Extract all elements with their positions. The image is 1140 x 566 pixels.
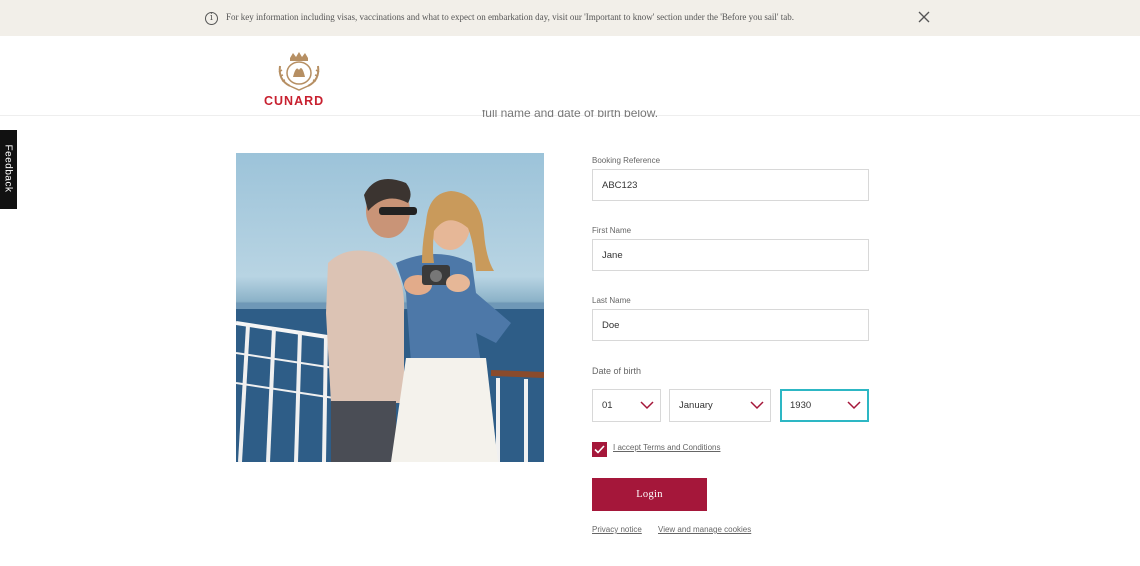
privacy-notice-link[interactable]: Privacy notice [592, 525, 642, 534]
booking-reference-input[interactable]: ABC123 [592, 169, 869, 201]
date-of-birth-label: Date of birth [592, 366, 642, 376]
dob-day-select[interactable]: 01 [592, 389, 661, 422]
dob-year-value: 1930 [790, 400, 812, 411]
dob-month-value: January [679, 400, 713, 411]
info-icon: i [205, 12, 218, 25]
first-name-label: First Name [592, 226, 632, 235]
close-icon[interactable] [916, 9, 932, 25]
banner-message: For key information including visas, vac… [226, 12, 795, 22]
site-header: CUNARD [0, 36, 1140, 116]
logo-wordmark: CUNARD [264, 94, 325, 108]
booking-reference-label: Booking Reference [592, 156, 661, 165]
manage-cookies-link[interactable]: View and manage cookies [658, 525, 751, 534]
chevron-down-icon [640, 401, 654, 410]
feedback-label: Feedback [2, 144, 14, 193]
feedback-tab[interactable]: Feedback [0, 130, 17, 209]
last-name-label: Last Name [592, 296, 631, 305]
first-name-input[interactable]: Jane [592, 239, 869, 271]
accept-terms-checkbox[interactable] [592, 442, 607, 457]
chevron-down-icon [847, 401, 861, 410]
dob-day-value: 01 [602, 400, 613, 411]
subtitle-area: full name and date of birth below. [380, 110, 760, 118]
checkmark-icon [594, 445, 605, 454]
couple-photo [236, 153, 544, 462]
cunard-logo[interactable]: CUNARD [264, 50, 336, 110]
info-banner: i For key information including visas, v… [0, 0, 1140, 36]
photo-illustration [236, 179, 544, 462]
last-name-input[interactable]: Doe [592, 309, 869, 341]
crest-icon [278, 52, 320, 91]
login-button[interactable]: Login [592, 478, 707, 511]
dob-year-select[interactable]: 1930 [780, 389, 869, 422]
chevron-down-icon [750, 401, 764, 410]
dob-month-select[interactable]: January [669, 389, 771, 422]
terms-link[interactable]: I accept Terms and Conditions [613, 443, 720, 452]
intro-subtitle: full name and date of birth below. [481, 110, 659, 118]
